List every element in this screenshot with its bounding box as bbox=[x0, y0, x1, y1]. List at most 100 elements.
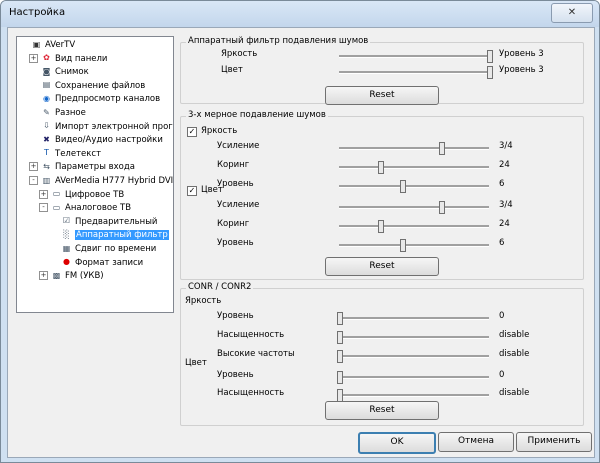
slider[interactable] bbox=[339, 50, 493, 63]
tree-item[interactable]: ✎ Разное bbox=[29, 107, 86, 120]
tree-item[interactable]: - ▭ Аналоговое ТВ bbox=[39, 202, 131, 215]
tv-icon: ▭ bbox=[52, 202, 61, 212]
tree-item[interactable]: ✖ Видео/Аудио настройки bbox=[29, 134, 163, 147]
import-icon: ⇩ bbox=[43, 121, 50, 131]
slider-label: Яркость bbox=[221, 49, 258, 59]
slider-track bbox=[339, 185, 489, 188]
slider-track bbox=[339, 206, 489, 209]
tree-item[interactable]: ☑ Предварительный bbox=[49, 216, 158, 229]
slider[interactable] bbox=[339, 201, 489, 214]
conr-group: CONR / CONR2 Яркость Уровень 0 Насыщенност… bbox=[180, 282, 584, 426]
brightness-checkbox[interactable]: ✓ bbox=[187, 127, 197, 137]
tree-item-label: Импорт электронной прог bbox=[55, 121, 173, 132]
tree-item-label: FM (УКВ) bbox=[65, 271, 104, 282]
slider-thumb[interactable] bbox=[337, 350, 343, 363]
tree-expander-icon[interactable]: - bbox=[29, 176, 38, 185]
tree-item[interactable]: - ▥ AVerMedia H777 Hybrid DVI bbox=[29, 175, 173, 188]
slider-thumb[interactable] bbox=[337, 312, 343, 325]
slider[interactable] bbox=[339, 66, 493, 79]
slider[interactable] bbox=[339, 161, 489, 174]
settings-window: Настройка ✕ ▣ AVerTV + ✿ Вид панели ◙ Снимок ▤ С… bbox=[0, 0, 600, 463]
input-icon: ⇆ bbox=[43, 161, 50, 171]
slider-label: Уровень bbox=[217, 311, 254, 321]
slider-thumb[interactable] bbox=[439, 142, 445, 155]
filter-icon: ░ bbox=[63, 229, 70, 239]
hw-filter-title: Аппаратный фильтр подавления шумов bbox=[186, 36, 371, 46]
slider[interactable] bbox=[339, 239, 489, 252]
slider[interactable] bbox=[337, 331, 489, 344]
tree-item[interactable]: ◙ Снимок bbox=[29, 66, 89, 79]
apply-button[interactable]: Применить bbox=[516, 432, 592, 452]
slider-thumb[interactable] bbox=[487, 66, 493, 79]
cancel-button[interactable]: Отмена bbox=[438, 432, 514, 452]
tree-item[interactable]: T Телетекст bbox=[29, 148, 101, 161]
slider-thumb[interactable] bbox=[487, 50, 493, 63]
tree-item[interactable]: ● Формат записи bbox=[49, 257, 143, 270]
slider-value: 3/4 bbox=[499, 141, 513, 151]
close-button[interactable]: ✕ bbox=[551, 3, 593, 23]
slider-thumb[interactable] bbox=[377, 220, 384, 233]
tree-item-label: Предварительный bbox=[75, 216, 158, 227]
slider-track bbox=[339, 355, 489, 358]
slider-value: Уровень 3 bbox=[499, 49, 544, 59]
slider-track bbox=[339, 394, 489, 397]
tree-item[interactable]: ▤ Сохранение файлов bbox=[29, 80, 146, 93]
checklist-icon: ☑ bbox=[62, 216, 71, 226]
tree-expander-icon[interactable]: + bbox=[39, 271, 48, 281]
hw-reset-button[interactable]: Reset bbox=[325, 86, 439, 105]
color-checkbox[interactable]: ✓ bbox=[187, 186, 197, 196]
slider-thumb[interactable] bbox=[377, 161, 384, 174]
slider-value: 24 bbox=[499, 219, 510, 229]
slider-label: Коринг bbox=[217, 160, 250, 170]
slider-label: Усиление bbox=[217, 141, 260, 151]
camera-icon: ◙ bbox=[42, 66, 51, 76]
tree-expander-icon[interactable]: + bbox=[29, 162, 38, 172]
tree-item-label: Телетекст bbox=[55, 148, 102, 159]
tree-item[interactable]: + ✿ Вид панели bbox=[29, 53, 107, 66]
slider[interactable] bbox=[337, 371, 489, 384]
tree-item[interactable]: ▦ Сдвиг по времени bbox=[49, 243, 157, 256]
slider[interactable] bbox=[339, 142, 489, 155]
slider-thumb[interactable] bbox=[337, 331, 343, 344]
tree-item-label: AVerTV bbox=[45, 40, 76, 50]
tree-item-label: Аппаратный фильтр bbox=[75, 230, 169, 241]
title-bar: Настройка ✕ bbox=[1, 1, 599, 27]
conr-title: CONR / CONR2 bbox=[186, 282, 254, 292]
slider-track bbox=[339, 71, 489, 74]
slider-track bbox=[339, 55, 489, 58]
tree-item[interactable]: ▣ AVerTV bbox=[19, 39, 75, 52]
tree-item-label: Формат записи bbox=[75, 257, 144, 268]
tree-item[interactable]: + ▩ FM (УКВ) bbox=[39, 270, 104, 283]
tree-item[interactable]: ⇩ Импорт электронной прог bbox=[29, 121, 173, 134]
close-icon: ✕ bbox=[567, 7, 577, 18]
slider[interactable] bbox=[337, 389, 489, 402]
slider-track bbox=[339, 376, 489, 379]
tools-icon: ✖ bbox=[43, 134, 50, 144]
slider[interactable] bbox=[339, 220, 489, 233]
device-icon: ▥ bbox=[42, 175, 51, 185]
tree-item-label: Вид панели bbox=[55, 53, 108, 64]
tree-item[interactable]: ◉ Предпросмотр каналов bbox=[29, 93, 160, 106]
slider-value: Уровень 3 bbox=[499, 65, 544, 75]
tree-item[interactable]: + ▭ Цифровое ТВ bbox=[39, 189, 124, 202]
slider-thumb[interactable] bbox=[400, 180, 406, 193]
slider[interactable] bbox=[337, 350, 489, 363]
slider-label: Уровень bbox=[217, 238, 254, 248]
slider[interactable] bbox=[339, 180, 489, 193]
ok-button[interactable]: OK bbox=[358, 432, 436, 454]
tree-item[interactable]: ░ Аппаратный фильтр bbox=[49, 229, 169, 242]
tree-item[interactable]: + ⇆ Параметры входа bbox=[29, 161, 135, 174]
conr-reset-button[interactable]: Reset bbox=[325, 401, 439, 420]
tree-expander-icon[interactable]: - bbox=[39, 203, 48, 213]
slider-thumb[interactable] bbox=[337, 371, 343, 384]
tree-expander-icon[interactable]: + bbox=[29, 53, 38, 63]
slider[interactable] bbox=[337, 312, 489, 325]
tree-expander-icon[interactable]: + bbox=[39, 189, 48, 199]
slider-thumb[interactable] bbox=[439, 201, 445, 214]
tree-item-label: Видео/Аудио настройки bbox=[55, 135, 163, 146]
settings-tree[interactable]: ▣ AVerTV + ✿ Вид панели ◙ Снимок ▤ Сохранение фа… bbox=[16, 36, 174, 313]
slider-thumb[interactable] bbox=[400, 239, 406, 252]
nr3d-reset-button[interactable]: Reset bbox=[325, 257, 439, 276]
tree-item-label: AVerMedia H777 Hybrid DVI bbox=[55, 176, 174, 186]
color-check-label: Цвет bbox=[201, 185, 223, 195]
